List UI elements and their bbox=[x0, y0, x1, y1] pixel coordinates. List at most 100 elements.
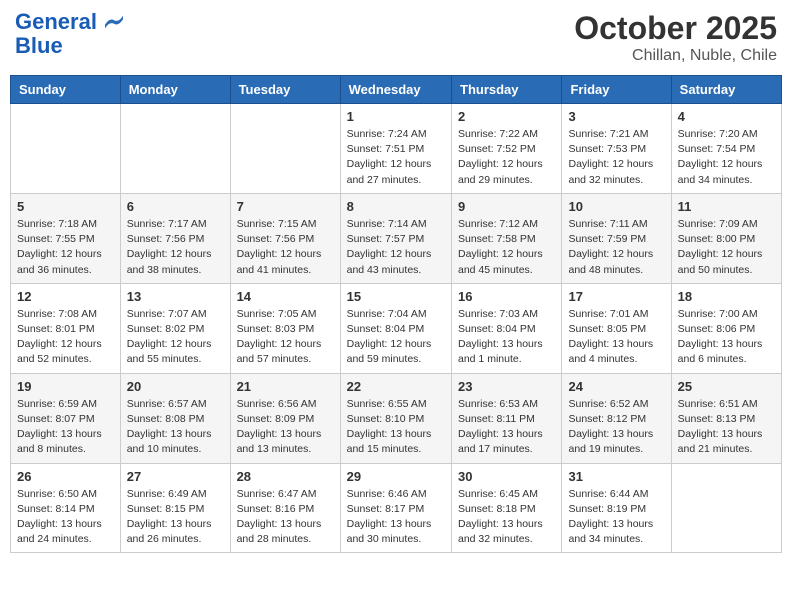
calendar-cell: 20 Sunrise: 6:57 AM Sunset: 8:08 PM Dayli… bbox=[120, 373, 230, 463]
day-number: 13 bbox=[127, 289, 224, 304]
day-number: 19 bbox=[17, 379, 114, 394]
day-number: 9 bbox=[458, 199, 555, 214]
day-info: Sunrise: 7:05 AM Sunset: 8:03 PM Dayligh… bbox=[237, 307, 334, 368]
weekday-header: Saturday bbox=[671, 76, 781, 104]
day-number: 31 bbox=[568, 469, 664, 484]
day-info: Sunrise: 7:17 AM Sunset: 7:56 PM Dayligh… bbox=[127, 217, 224, 278]
weekday-header: Sunday bbox=[11, 76, 121, 104]
calendar-cell: 26 Sunrise: 6:50 AM Sunset: 8:14 PM Dayli… bbox=[11, 463, 121, 553]
day-number: 23 bbox=[458, 379, 555, 394]
page-header: General Blue October 2025 Chillan, Nuble… bbox=[10, 10, 782, 65]
calendar-cell bbox=[671, 463, 781, 553]
month-title: October 2025 bbox=[574, 10, 777, 47]
location-subtitle: Chillan, Nuble, Chile bbox=[574, 47, 777, 65]
calendar-cell: 28Sunrise: 6:47 AM Sunset: 8:16 PM Dayli… bbox=[230, 463, 340, 553]
title-block: October 2025 Chillan, Nuble, Chile bbox=[574, 10, 777, 65]
weekday-header: Wednesday bbox=[340, 76, 451, 104]
calendar-cell: 31 Sunrise: 6:44 AM Sunset: 8:19 PM Dayli… bbox=[562, 463, 671, 553]
day-info: Sunrise: 6:44 AM Sunset: 8:19 PM Dayligh… bbox=[568, 487, 664, 548]
calendar-week-row: 19Sunrise: 6:59 AM Sunset: 8:07 PM Dayli… bbox=[11, 373, 782, 463]
calendar-cell: 7 Sunrise: 7:15 AM Sunset: 7:56 PM Daylig… bbox=[230, 193, 340, 283]
calendar-cell: 22 Sunrise: 6:55 AM Sunset: 8:10 PM Dayli… bbox=[340, 373, 451, 463]
day-info: Sunrise: 7:22 AM Sunset: 7:52 PM Dayligh… bbox=[458, 127, 555, 188]
day-number: 6 bbox=[127, 199, 224, 214]
day-info: Sunrise: 7:08 AM Sunset: 8:01 PM Dayligh… bbox=[17, 307, 114, 368]
day-info: Sunrise: 7:24 AM Sunset: 7:51 PM Dayligh… bbox=[347, 127, 445, 188]
day-number: 22 bbox=[347, 379, 445, 394]
day-info: Sunrise: 6:47 AM Sunset: 8:16 PM Dayligh… bbox=[237, 487, 334, 548]
calendar-cell: 29 Sunrise: 6:46 AM Sunset: 8:17 PM Dayli… bbox=[340, 463, 451, 553]
day-number: 24 bbox=[568, 379, 664, 394]
calendar-cell: 1 Sunrise: 7:24 AM Sunset: 7:51 PM Daylig… bbox=[340, 104, 451, 194]
day-number: 26 bbox=[17, 469, 114, 484]
day-number: 30 bbox=[458, 469, 555, 484]
calendar-cell: 9 Sunrise: 7:12 AM Sunset: 7:58 PM Daylig… bbox=[452, 193, 562, 283]
day-number: 17 bbox=[568, 289, 664, 304]
day-number: 4 bbox=[678, 109, 775, 124]
calendar-cell: 25 Sunrise: 6:51 AM Sunset: 8:13 PM Dayli… bbox=[671, 373, 781, 463]
logo: General Blue bbox=[15, 10, 123, 58]
calendar-cell: 27Sunrise: 6:49 AM Sunset: 8:15 PM Dayli… bbox=[120, 463, 230, 553]
calendar-cell: 19Sunrise: 6:59 AM Sunset: 8:07 PM Dayli… bbox=[11, 373, 121, 463]
calendar-cell: 10 Sunrise: 7:11 AM Sunset: 7:59 PM Dayli… bbox=[562, 193, 671, 283]
day-number: 12 bbox=[17, 289, 114, 304]
calendar-cell: 18 Sunrise: 7:00 AM Sunset: 8:06 PM Dayli… bbox=[671, 283, 781, 373]
calendar-cell: 13Sunrise: 7:07 AM Sunset: 8:02 PM Dayli… bbox=[120, 283, 230, 373]
day-number: 27 bbox=[127, 469, 224, 484]
day-number: 20 bbox=[127, 379, 224, 394]
calendar-cell: 30 Sunrise: 6:45 AM Sunset: 8:18 PM Dayli… bbox=[452, 463, 562, 553]
day-info: Sunrise: 7:09 AM Sunset: 8:00 PM Dayligh… bbox=[678, 217, 775, 278]
calendar-cell: 12 Sunrise: 7:08 AM Sunset: 8:01 PM Dayli… bbox=[11, 283, 121, 373]
calendar-cell: 3Sunrise: 7:21 AM Sunset: 7:53 PM Daylig… bbox=[562, 104, 671, 194]
day-info: Sunrise: 7:04 AM Sunset: 8:04 PM Dayligh… bbox=[347, 307, 445, 368]
day-number: 15 bbox=[347, 289, 445, 304]
calendar-header-row: SundayMondayTuesdayWednesdayThursdayFrid… bbox=[11, 76, 782, 104]
day-info: Sunrise: 6:52 AM Sunset: 8:12 PM Dayligh… bbox=[568, 397, 664, 458]
day-info: Sunrise: 6:50 AM Sunset: 8:14 PM Dayligh… bbox=[17, 487, 114, 548]
day-number: 1 bbox=[347, 109, 445, 124]
day-number: 2 bbox=[458, 109, 555, 124]
calendar-week-row: 26 Sunrise: 6:50 AM Sunset: 8:14 PM Dayli… bbox=[11, 463, 782, 553]
calendar-week-row: 5Sunrise: 7:18 AM Sunset: 7:55 PM Daylig… bbox=[11, 193, 782, 283]
day-info: Sunrise: 6:55 AM Sunset: 8:10 PM Dayligh… bbox=[347, 397, 445, 458]
day-number: 18 bbox=[678, 289, 775, 304]
calendar-cell bbox=[230, 104, 340, 194]
weekday-header: Monday bbox=[120, 76, 230, 104]
day-info: Sunrise: 6:45 AM Sunset: 8:18 PM Dayligh… bbox=[458, 487, 555, 548]
calendar-cell bbox=[120, 104, 230, 194]
day-number: 29 bbox=[347, 469, 445, 484]
day-info: Sunrise: 7:21 AM Sunset: 7:53 PM Dayligh… bbox=[568, 127, 664, 188]
calendar-cell: 11 Sunrise: 7:09 AM Sunset: 8:00 PM Dayli… bbox=[671, 193, 781, 283]
calendar-cell: 5Sunrise: 7:18 AM Sunset: 7:55 PM Daylig… bbox=[11, 193, 121, 283]
calendar-week-row: 1 Sunrise: 7:24 AM Sunset: 7:51 PM Daylig… bbox=[11, 104, 782, 194]
day-info: Sunrise: 7:15 AM Sunset: 7:56 PM Dayligh… bbox=[237, 217, 334, 278]
day-info: Sunrise: 7:12 AM Sunset: 7:58 PM Dayligh… bbox=[458, 217, 555, 278]
calendar-cell: 24 Sunrise: 6:52 AM Sunset: 8:12 PM Dayli… bbox=[562, 373, 671, 463]
calendar-cell: 2 Sunrise: 7:22 AM Sunset: 7:52 PM Daylig… bbox=[452, 104, 562, 194]
calendar-cell: 23 Sunrise: 6:53 AM Sunset: 8:11 PM Dayli… bbox=[452, 373, 562, 463]
day-number: 8 bbox=[347, 199, 445, 214]
calendar-cell: 17Sunrise: 7:01 AM Sunset: 8:05 PM Dayli… bbox=[562, 283, 671, 373]
calendar-cell: 15 Sunrise: 7:04 AM Sunset: 8:04 PM Dayli… bbox=[340, 283, 451, 373]
logo-text: General bbox=[15, 10, 123, 34]
day-number: 10 bbox=[568, 199, 664, 214]
calendar-week-row: 12 Sunrise: 7:08 AM Sunset: 8:01 PM Dayli… bbox=[11, 283, 782, 373]
day-number: 5 bbox=[17, 199, 114, 214]
day-info: Sunrise: 6:51 AM Sunset: 8:13 PM Dayligh… bbox=[678, 397, 775, 458]
calendar-cell: 4Sunrise: 7:20 AM Sunset: 7:54 PM Daylig… bbox=[671, 104, 781, 194]
day-info: Sunrise: 6:53 AM Sunset: 8:11 PM Dayligh… bbox=[458, 397, 555, 458]
day-number: 25 bbox=[678, 379, 775, 394]
day-info: Sunrise: 7:00 AM Sunset: 8:06 PM Dayligh… bbox=[678, 307, 775, 368]
day-number: 11 bbox=[678, 199, 775, 214]
calendar-table: SundayMondayTuesdayWednesdayThursdayFrid… bbox=[10, 75, 782, 553]
day-number: 14 bbox=[237, 289, 334, 304]
day-number: 7 bbox=[237, 199, 334, 214]
day-info: Sunrise: 6:56 AM Sunset: 8:09 PM Dayligh… bbox=[237, 397, 334, 458]
day-info: Sunrise: 6:46 AM Sunset: 8:17 PM Dayligh… bbox=[347, 487, 445, 548]
logo-bird-icon bbox=[105, 15, 123, 29]
day-info: Sunrise: 6:57 AM Sunset: 8:08 PM Dayligh… bbox=[127, 397, 224, 458]
day-info: Sunrise: 7:11 AM Sunset: 7:59 PM Dayligh… bbox=[568, 217, 664, 278]
weekday-header: Friday bbox=[562, 76, 671, 104]
calendar-cell bbox=[11, 104, 121, 194]
calendar-cell: 21Sunrise: 6:56 AM Sunset: 8:09 PM Dayli… bbox=[230, 373, 340, 463]
